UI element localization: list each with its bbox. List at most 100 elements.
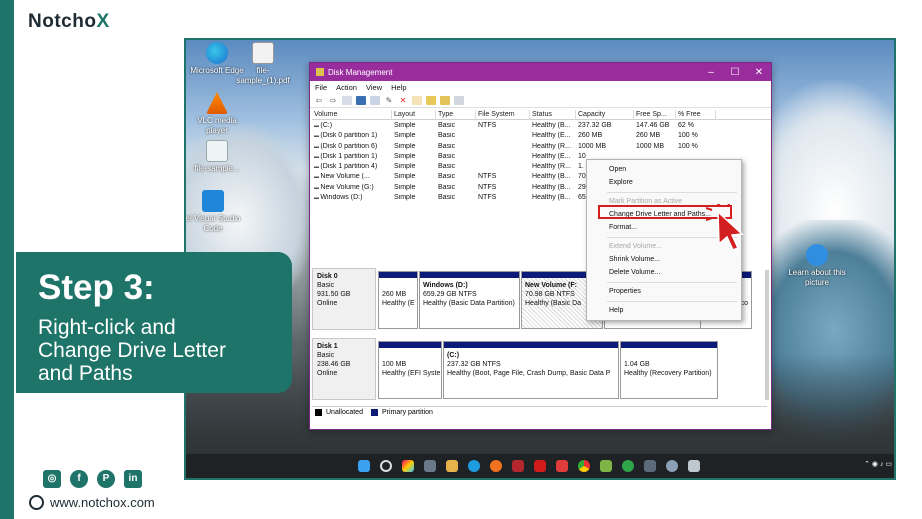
disk-0-label[interactable]: Disk 0 Basic 931.50 GB Online [312, 268, 376, 330]
menu-item-shrink[interactable]: Shrink Volume... [609, 256, 660, 263]
table-cell: New Volume (... [312, 173, 392, 180]
vscode-icon [202, 190, 224, 212]
help-icon[interactable] [356, 96, 366, 105]
screenshot-frame: Microsoft Edge file-sample_(1).pdf VLC m… [184, 38, 896, 480]
column-file-system[interactable]: File System [476, 110, 530, 120]
minimize-button[interactable]: – [699, 67, 723, 78]
widgets-icon[interactable] [424, 460, 436, 472]
table-cell: Basic [438, 152, 456, 160]
table-cell: 1000 MB [578, 142, 607, 150]
column-type[interactable]: Type [436, 110, 476, 120]
chrome-icon[interactable] [578, 460, 590, 472]
facebook-icon[interactable]: f [70, 470, 88, 488]
start-icon[interactable] [358, 460, 370, 472]
app-icon[interactable] [622, 460, 634, 472]
left-accent-strip [0, 0, 14, 519]
table-cell: NTFS [478, 183, 497, 191]
linkedin-icon[interactable]: in [124, 470, 142, 488]
desktop-icon-vscode[interactable]: el Visual Studio Code [186, 190, 244, 234]
brand-name-accent: X [96, 11, 110, 32]
desktop-icon-pdf[interactable]: file-sample_(1).pdf [232, 42, 294, 86]
netflix-icon[interactable] [534, 460, 546, 472]
table-cell: (Disk 1 partition 1) [312, 153, 392, 160]
delete-x-icon[interactable]: ✕ [398, 96, 408, 105]
disk-1-partition-efi[interactable]: 100 MB Healthy (EFI Syste [378, 341, 442, 399]
app-l-icon[interactable] [556, 460, 568, 472]
table-row[interactable]: (Disk 0 partition 6)Simple Basic Healthy (… [312, 141, 771, 151]
menu-item-delete[interactable]: Delete Volume... [609, 269, 660, 276]
step-title: Step 3: [38, 268, 155, 307]
menu-bar: File Action View Help [310, 81, 771, 94]
table-cell: Basic [438, 194, 456, 202]
menu-item-properties[interactable]: Properties [609, 288, 641, 295]
table-cell: Healthy (B... [532, 173, 571, 181]
menu-item-help[interactable]: Help [609, 307, 623, 314]
menu-action[interactable]: Action [336, 83, 357, 92]
partition-size: 659.29 GB NTFS [423, 291, 477, 298]
disk-0-partition-windows[interactable]: Windows (D:) 659.29 GB NTFS Healthy (Bas… [419, 271, 520, 329]
disk-status: Online [317, 370, 338, 377]
menu-separator [607, 282, 737, 283]
disk-1-partition-c[interactable]: (C:) 237.32 GB NTFS Healthy (Boot, Page … [443, 341, 619, 399]
table-cell: 260 MB [578, 132, 603, 140]
table-row[interactable]: (Disk 0 partition 1)Simple Basic Healthy (… [312, 131, 771, 141]
disk-management-taskbar-icon[interactable] [688, 460, 700, 472]
disk-1-row: Disk 1 Basic 238.46 GB Online 100 MB Hea… [312, 338, 764, 400]
desktop-icon-label: VLC media player [197, 116, 237, 135]
disk-1-label[interactable]: Disk 1 Basic 238.46 GB Online [312, 338, 376, 400]
properties-icon[interactable] [370, 96, 380, 105]
file-explorer-icon[interactable] [446, 460, 458, 472]
menu-item-explore[interactable]: Explore [609, 179, 633, 186]
window-title-bar[interactable]: Disk Management – ☐ ✕ [310, 63, 771, 81]
disk-0-partition-1[interactable]: 260 MB Healthy (E [378, 271, 418, 329]
instagram-icon[interactable]: ◎ [43, 470, 61, 488]
forward-arrow-icon[interactable]: ⇨ [328, 96, 338, 105]
column-layout[interactable]: Layout [392, 110, 436, 120]
desktop-icon-learn-picture[interactable]: Learn about this picture [786, 244, 848, 288]
menu-item-format[interactable]: Format... [609, 224, 637, 231]
column-status[interactable]: Status [530, 110, 576, 120]
app-icon[interactable] [644, 460, 656, 472]
disk-1-partition-recovery[interactable]: 1.04 GB Healthy (Recovery Partition) [620, 341, 718, 399]
pinterest-icon[interactable]: P [97, 470, 115, 488]
legend: Unallocated Primary partition [312, 406, 767, 418]
list-view-icon[interactable] [454, 96, 464, 105]
menu-view[interactable]: View [366, 83, 382, 92]
column-free-space[interactable]: Free Sp... [634, 110, 676, 120]
menu-help[interactable]: Help [391, 83, 406, 92]
edge-taskbar-icon[interactable] [468, 460, 480, 472]
unallocated-swatch [315, 409, 322, 416]
table-row[interactable]: (C:)Simple Basic NTFS Healthy (B... 237.32 G… [312, 120, 771, 130]
partition-size: 100 MB [382, 361, 407, 368]
table-cell: Simple [394, 194, 416, 202]
app-icon[interactable] [666, 460, 678, 472]
close-button[interactable]: ✕ [747, 67, 771, 78]
back-arrow-icon[interactable]: ⇦ [314, 96, 324, 105]
menu-item-open[interactable]: Open [609, 166, 626, 173]
website-link[interactable]: www.notchox.com [29, 495, 155, 510]
system-tray[interactable]: ⌃ ◉ ♪ ▭ [864, 460, 892, 468]
open-folder-icon[interactable] [440, 96, 450, 105]
desktop-icon-vlc[interactable]: VLC media player [186, 92, 248, 136]
disk-type: Basic [317, 352, 335, 359]
app-icon[interactable] [512, 460, 524, 472]
firefox-icon[interactable] [490, 460, 502, 472]
partition-status: Healthy (EFI Syste [382, 370, 441, 377]
maximize-button[interactable]: ☐ [723, 67, 747, 78]
connect-icon[interactable]: ✎ [384, 96, 394, 105]
table-cell: New Volume (G:) [312, 184, 392, 191]
check-icon[interactable] [412, 96, 422, 105]
column-volume[interactable]: Volume [312, 110, 392, 120]
disk-map-scrollbar[interactable] [765, 270, 769, 400]
console-tree-icon[interactable] [342, 96, 352, 105]
search-icon[interactable] [380, 460, 392, 472]
folder-icon[interactable] [426, 96, 436, 105]
menu-file[interactable]: File [315, 83, 327, 92]
column-capacity[interactable]: Capacity [576, 110, 634, 120]
app-icon[interactable] [600, 460, 612, 472]
copilot-icon[interactable] [402, 460, 414, 472]
desktop-icon-file[interactable]: file-sample... [186, 140, 248, 174]
column-percent-free[interactable]: % Free [676, 110, 716, 120]
globe-icon [29, 495, 44, 510]
table-cell: 237.32 GB [578, 121, 612, 129]
